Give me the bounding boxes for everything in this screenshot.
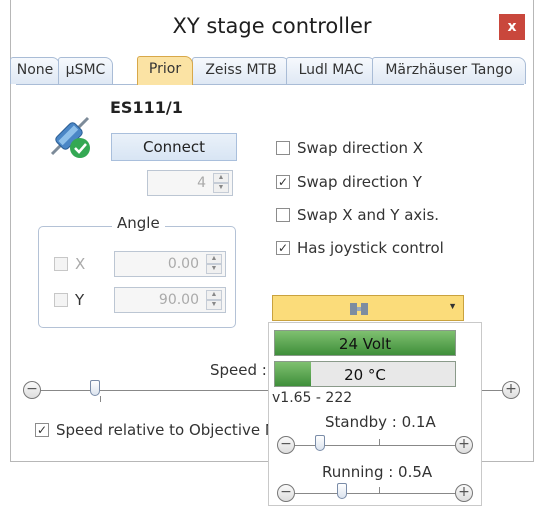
speed-relative-label: Speed relative to Objective M <box>56 421 278 439</box>
speed-track <box>41 390 271 391</box>
joystick-control-checkbox[interactable]: ✓ Has joystick control <box>276 239 444 257</box>
angle-x-spinbox[interactable]: 0.00 ▲ ▼ <box>114 251 226 277</box>
checkbox-icon <box>276 208 290 222</box>
status-popup: 24 Volt 20 °C v1.65 - 222 Standby : 0.1A… <box>268 322 482 506</box>
checkmark-icon: ✓ <box>35 423 49 437</box>
tab-zeiss-mtb[interactable]: Zeiss MTB <box>192 57 290 84</box>
speed-slider-thumb[interactable] <box>90 380 100 396</box>
checkbox-icon <box>54 257 68 271</box>
running-current-label: Running : 0.5A <box>322 463 433 481</box>
connector-icon <box>350 303 368 315</box>
joystick-control-label: Has joystick control <box>297 239 444 257</box>
running-plus-icon[interactable]: + <box>455 484 473 502</box>
running-minus-icon[interactable]: − <box>277 484 295 502</box>
connected-plug-icon <box>50 116 90 158</box>
running-tick <box>379 487 380 493</box>
swap-xy-axis-label: Swap X and Y axis. <box>297 206 440 224</box>
speed-label: Speed : <box>210 361 267 379</box>
title-bar: XY stage controller x <box>11 0 533 55</box>
speed-tick <box>100 396 101 402</box>
running-slider-thumb[interactable] <box>337 483 347 499</box>
port-value: 4 <box>197 175 206 191</box>
checkbox-icon <box>54 293 68 307</box>
angle-y-spinbox[interactable]: 90.00 ▲ ▼ <box>114 287 226 313</box>
swap-xy-axis-checkbox[interactable]: Swap X and Y axis. <box>276 206 439 224</box>
voltage-bar: 24 Volt <box>274 330 456 356</box>
port-spinbox[interactable]: 4 ▲ ▼ <box>147 170 233 196</box>
temperature-bar: 20 °C <box>274 361 456 387</box>
status-dropdown[interactable]: ▼ <box>272 295 464 321</box>
standby-current-label: Standby : 0.1A <box>325 413 436 431</box>
temperature-label: 20 °C <box>344 366 386 384</box>
tab-none[interactable]: None <box>10 57 60 84</box>
tab-marzhauser-tango[interactable]: Märzhäuser Tango <box>372 57 526 84</box>
swap-direction-y-label: Swap direction Y <box>297 173 422 191</box>
tab-ludl-mac[interactable]: Ludl MAC <box>286 57 376 84</box>
speed-plus-icon[interactable]: + <box>502 381 520 399</box>
angle-group-label: Angle <box>112 214 165 232</box>
speed-relative-checkbox[interactable]: ✓ Speed relative to Objective M <box>35 421 278 439</box>
device-name: ES111/1 <box>110 98 183 117</box>
swap-direction-x-checkbox[interactable]: Swap direction X <box>276 139 423 157</box>
speed-track-end <box>482 390 504 391</box>
checkmark-icon: ✓ <box>276 175 290 189</box>
firmware-version: v1.65 - 222 <box>272 390 353 406</box>
angle-y-value: 90.00 <box>158 292 199 308</box>
standby-minus-icon[interactable]: − <box>277 436 295 454</box>
spin-down-icon[interactable]: ▼ <box>206 300 222 310</box>
controller-tabs: None µSMC Prior Zeiss MTB Ludl MAC Märzh… <box>10 56 526 85</box>
close-button[interactable]: x <box>499 14 525 40</box>
spin-up-icon[interactable]: ▲ <box>206 254 222 264</box>
angle-y-checkbox[interactable]: Y <box>54 291 84 309</box>
spin-down-icon[interactable]: ▼ <box>206 264 222 274</box>
connect-button[interactable]: Connect <box>111 133 237 161</box>
chevron-down-icon: ▼ <box>448 301 457 311</box>
window-title: XY stage controller <box>172 14 372 38</box>
speed-minus-icon[interactable]: − <box>23 381 41 399</box>
spin-up-icon[interactable]: ▲ <box>213 173 229 183</box>
swap-direction-x-label: Swap direction X <box>297 139 424 157</box>
checkbox-icon <box>276 141 290 155</box>
angle-x-label: X <box>75 255 86 273</box>
angle-x-checkbox[interactable]: X <box>54 255 85 273</box>
spin-down-icon[interactable]: ▼ <box>213 183 229 193</box>
voltage-label: 24 Volt <box>338 335 392 353</box>
standby-tick <box>379 439 380 445</box>
tab-prior[interactable]: Prior <box>137 56 193 85</box>
spin-up-icon[interactable]: ▲ <box>206 290 222 300</box>
running-track <box>295 493 455 494</box>
standby-slider-thumb[interactable] <box>315 435 325 451</box>
tab-usmc[interactable]: µSMC <box>58 57 113 84</box>
checkmark-icon: ✓ <box>276 241 290 255</box>
swap-direction-y-checkbox[interactable]: ✓ Swap direction Y <box>276 173 422 191</box>
standby-plus-icon[interactable]: + <box>455 436 473 454</box>
angle-x-value: 0.00 <box>167 256 199 272</box>
tab-divider <box>16 84 524 85</box>
angle-y-label: Y <box>75 291 85 309</box>
